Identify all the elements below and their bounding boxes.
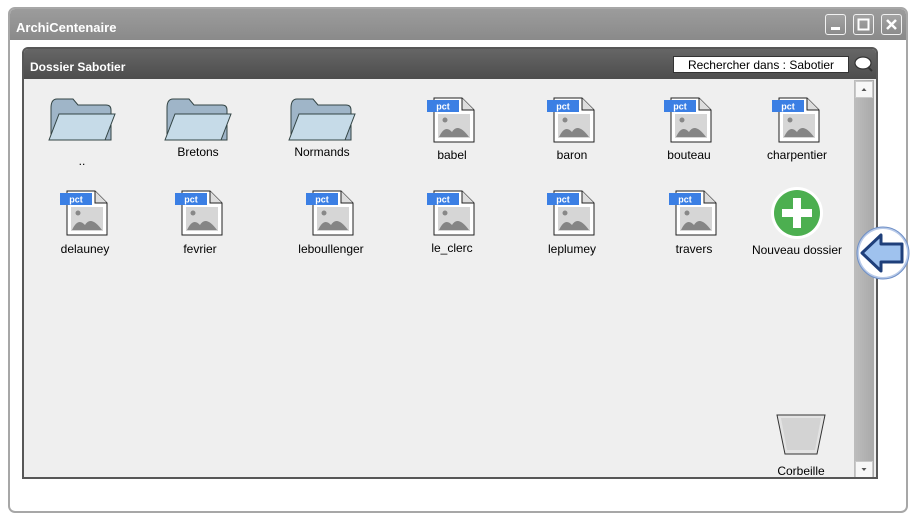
- item-label: travers: [675, 242, 713, 256]
- arrow-down-icon: [861, 468, 867, 471]
- new-folder-button[interactable]: Nouveau dossier: [747, 185, 847, 257]
- file-baron[interactable]: pct baron: [522, 96, 622, 162]
- item-label: ..: [78, 154, 86, 168]
- item-label: le_clerc: [431, 241, 473, 255]
- arrow-up-icon: [861, 88, 867, 91]
- image-file-icon: pct: [306, 190, 354, 236]
- image-file-icon: pct: [547, 190, 595, 236]
- svg-text:pct: pct: [436, 195, 450, 205]
- file-travers[interactable]: pct travers: [644, 189, 744, 256]
- item-label: babel: [437, 148, 467, 162]
- window-title: ArchiCentenaire: [16, 20, 117, 35]
- svg-text:pct: pct: [781, 102, 795, 112]
- image-file-icon: pct: [175, 190, 223, 236]
- scroll-up-button[interactable]: [855, 81, 873, 98]
- item-label: fevrier: [183, 242, 217, 256]
- svg-text:pct: pct: [678, 195, 692, 205]
- image-file-icon: pct: [547, 97, 595, 143]
- svg-text:pct: pct: [69, 195, 83, 205]
- plus-icon: [771, 187, 823, 239]
- search-icon[interactable]: [852, 55, 874, 73]
- image-file-icon: pct: [427, 97, 475, 143]
- folder-panel: Dossier Sabotier .. Bretons: [22, 47, 878, 479]
- maximize-icon: [857, 18, 870, 31]
- folder-icon: [48, 98, 116, 141]
- trash-button[interactable]: Corbeille: [751, 412, 851, 478]
- folder-bretons[interactable]: Bretons: [148, 96, 248, 159]
- image-file-icon: pct: [427, 190, 475, 236]
- file-charpentier[interactable]: pct charpentier: [747, 96, 847, 162]
- back-button[interactable]: [855, 225, 911, 286]
- file-leplumey[interactable]: pct leplumey: [522, 189, 622, 256]
- item-label: Bretons: [177, 145, 219, 159]
- svg-text:pct: pct: [184, 195, 198, 205]
- file-le_clerc[interactable]: pct le_clerc: [402, 189, 502, 255]
- file-delauney[interactable]: pct delauney: [35, 189, 135, 256]
- close-button[interactable]: [881, 14, 902, 35]
- image-file-icon: pct: [772, 97, 820, 143]
- folder-icon: [164, 98, 232, 141]
- svg-text:pct: pct: [315, 195, 329, 205]
- image-file-icon: pct: [669, 190, 717, 236]
- folder-normands[interactable]: Normands: [272, 96, 372, 159]
- close-icon: [886, 19, 897, 30]
- folder-parent[interactable]: ..: [32, 96, 132, 168]
- svg-text:pct: pct: [436, 102, 450, 112]
- trash-icon: [776, 414, 826, 455]
- item-label: Corbeille: [777, 464, 825, 478]
- search-input[interactable]: [673, 56, 849, 73]
- image-file-icon: pct: [664, 97, 712, 143]
- svg-text:pct: pct: [556, 102, 570, 112]
- scroll-down-button[interactable]: [855, 461, 873, 477]
- item-label: baron: [556, 148, 588, 162]
- file-babel[interactable]: pct babel: [402, 96, 502, 162]
- file-grid: .. Bretons Normands pct babel pct baron …: [24, 79, 854, 478]
- folder-icon: [288, 98, 356, 141]
- item-label: delauney: [60, 242, 110, 256]
- svg-text:pct: pct: [556, 195, 570, 205]
- item-label: bouteau: [667, 148, 711, 162]
- item-label: charpentier: [766, 148, 828, 162]
- panel-title: Dossier Sabotier: [30, 60, 126, 74]
- arrow-left-icon: [856, 226, 910, 280]
- item-label: leplumey: [547, 242, 597, 256]
- image-file-icon: pct: [60, 190, 108, 236]
- item-label: Normands: [294, 145, 350, 159]
- title-bar[interactable]: ArchiCentenaire: [10, 9, 906, 40]
- maximize-button[interactable]: [853, 14, 874, 35]
- minimize-button[interactable]: [825, 14, 846, 35]
- svg-text:pct: pct: [673, 102, 687, 112]
- panel-header: Dossier Sabotier: [24, 49, 876, 79]
- minimize-icon: [831, 27, 840, 30]
- file-bouteau[interactable]: pct bouteau: [639, 96, 739, 162]
- item-label: Nouveau dossier: [751, 243, 843, 257]
- item-label: leboullenger: [298, 242, 364, 256]
- file-leboullenger[interactable]: pct leboullenger: [281, 189, 381, 256]
- file-fevrier[interactable]: pct fevrier: [150, 189, 250, 256]
